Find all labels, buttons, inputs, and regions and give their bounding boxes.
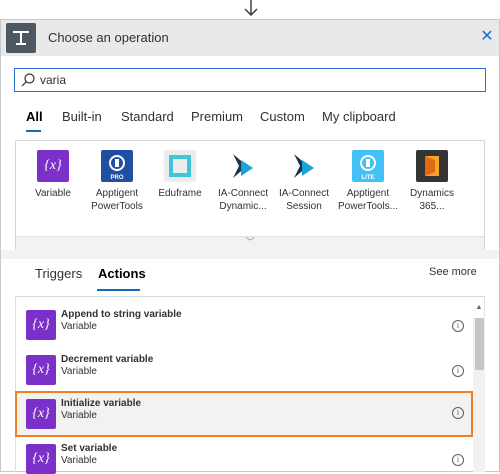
section-separator bbox=[1, 250, 499, 259]
action-title: Decrement variable bbox=[61, 354, 154, 365]
info-icon[interactable]: i bbox=[452, 407, 464, 419]
tab-custom[interactable]: Custom bbox=[260, 109, 305, 124]
search-input[interactable] bbox=[40, 71, 460, 89]
connector-label-line1: Apptigent bbox=[346, 188, 390, 199]
tab-actions-underline bbox=[97, 289, 140, 291]
chevron-down-icon[interactable]: ﹀ bbox=[244, 237, 256, 247]
scrollbar-thumb[interactable] bbox=[475, 318, 484, 370]
ia-connect-session-icon bbox=[288, 150, 320, 182]
apptigent-pro-icon: PRO bbox=[101, 150, 133, 182]
info-icon[interactable]: i bbox=[452, 320, 464, 332]
action-title: Set variable bbox=[61, 443, 118, 454]
pro-badge: PRO bbox=[110, 175, 124, 181]
info-icon[interactable]: i bbox=[452, 454, 464, 466]
panel-title: Choose an operation bbox=[48, 30, 169, 45]
connector-label: Variable bbox=[35, 188, 71, 199]
action-subtitle: Variable bbox=[61, 455, 97, 466]
action-subtitle: Variable bbox=[61, 366, 97, 377]
connector-ia-connect-session[interactable]: IA-Connect Session bbox=[272, 150, 336, 213]
see-more-link[interactable]: See more bbox=[429, 266, 477, 278]
close-icon[interactable]: ✕ bbox=[477, 27, 497, 47]
connector-variable[interactable]: {x} Variable bbox=[21, 150, 85, 200]
operation-icon bbox=[6, 23, 36, 53]
tab-triggers[interactable]: Triggers bbox=[35, 266, 82, 281]
variable-icon: {x} bbox=[26, 444, 56, 474]
tab-all-underline bbox=[26, 130, 41, 132]
connector-label-line2: PowerTools... bbox=[337, 201, 399, 212]
ia-connect-dynamic-icon bbox=[227, 150, 259, 182]
connector-apptigent-powertools-lite[interactable]: LITE Apptigent PowerTools... bbox=[336, 150, 400, 213]
search-icon bbox=[21, 73, 35, 87]
tab-standard[interactable]: Standard bbox=[121, 109, 174, 124]
connector-eduframe[interactable]: Eduframe bbox=[148, 150, 212, 200]
variable-icon: {x} bbox=[26, 399, 56, 429]
tab-my-clipboard[interactable]: My clipboard bbox=[322, 109, 396, 124]
dynamics-365-icon bbox=[416, 150, 448, 182]
connector-label: Eduframe bbox=[158, 188, 202, 199]
connector-label-line1: IA-Connect bbox=[278, 188, 330, 199]
action-title: Append to string variable bbox=[61, 309, 182, 320]
variable-icon: {x} bbox=[26, 310, 56, 340]
connector-label-line2: Session bbox=[286, 201, 322, 212]
action-subtitle: Variable bbox=[61, 410, 97, 421]
down-arrow-icon bbox=[244, 0, 258, 16]
tab-actions[interactable]: Actions bbox=[98, 266, 146, 281]
connector-label-line1: IA-Connect bbox=[217, 188, 269, 199]
action-set-variable[interactable]: {x} Set variable Variable i bbox=[16, 437, 472, 474]
action-title: Initialize variable bbox=[61, 398, 142, 409]
connector-ia-connect-dynamic[interactable]: IA-Connect Dynamic... bbox=[211, 150, 275, 213]
action-decrement-variable[interactable]: {x} Decrement variable Variable i bbox=[16, 348, 472, 392]
tab-premium[interactable]: Premium bbox=[191, 109, 243, 124]
connector-label-line2: 365... bbox=[419, 201, 445, 212]
tab-all[interactable]: All bbox=[26, 109, 43, 124]
connector-apptigent-powertools[interactable]: PRO Apptigent PowerTools bbox=[85, 150, 149, 213]
eduframe-icon bbox=[164, 150, 196, 182]
action-subtitle: Variable bbox=[61, 321, 97, 332]
connector-label-line2: PowerTools bbox=[91, 201, 143, 212]
connector-label-line2: Dynamic... bbox=[219, 201, 267, 212]
action-append-to-string-variable[interactable]: {x} Append to string variable Variable i bbox=[16, 303, 472, 347]
info-icon[interactable]: i bbox=[452, 365, 464, 377]
connector-label-line1: Dynamics bbox=[410, 188, 454, 199]
connector-dynamics-365[interactable]: Dynamics 365... bbox=[400, 150, 464, 213]
lite-badge: LITE bbox=[361, 175, 375, 181]
connector-label-line1: Apptigent bbox=[95, 188, 139, 199]
action-initialize-variable[interactable]: {x} Initialize variable Variable i bbox=[15, 391, 473, 437]
variable-icon: {x} bbox=[26, 355, 56, 385]
tab-built-in[interactable]: Built-in bbox=[62, 109, 102, 124]
apptigent-lite-icon: LITE bbox=[352, 150, 384, 182]
scroll-up-icon[interactable]: ▲ bbox=[474, 303, 484, 313]
variable-icon: {x} bbox=[37, 150, 69, 182]
